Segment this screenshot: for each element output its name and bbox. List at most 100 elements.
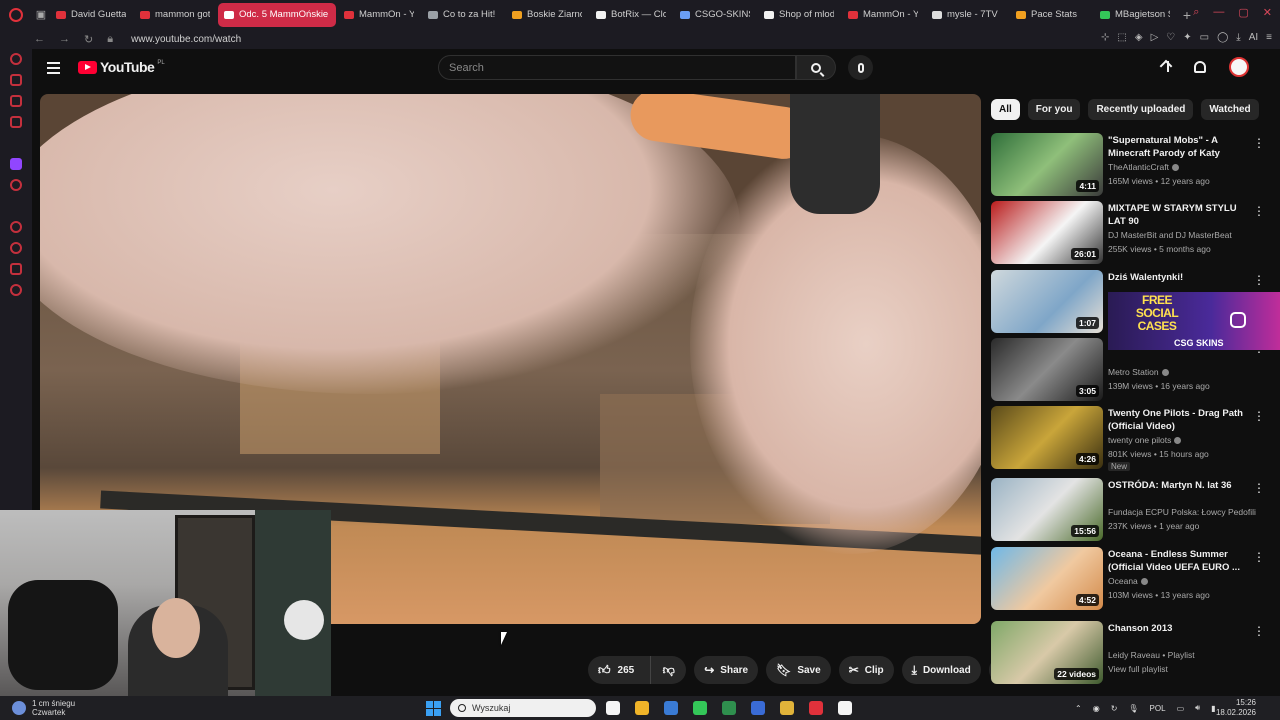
play-icon[interactable]: ▷: [1151, 32, 1159, 43]
voice-search-button[interactable]: [848, 55, 873, 80]
maximize-icon[interactable]: ▢: [1238, 6, 1248, 19]
related-video-item[interactable]: 26:01 MIXTAPE W STARYM STYLU LAT 90 DJ Mas…: [991, 201, 1266, 264]
video-thumbnail[interactable]: 4:11: [991, 133, 1103, 196]
taskbar-app-icon[interactable]: [693, 701, 707, 715]
browser-tab[interactable]: CSGO-SKINS: [674, 3, 756, 27]
video-thumbnail[interactable]: 4:26: [991, 406, 1103, 469]
tray-sync-icon[interactable]: ↻: [1111, 704, 1118, 713]
filter-chip[interactable]: All: [991, 99, 1020, 120]
more-vertical-icon[interactable]: ⋮: [1253, 204, 1265, 218]
channel-name[interactable]: twenty one pilots: [1108, 435, 1182, 445]
sidebar-history-icon[interactable]: [10, 53, 22, 65]
browser-tab[interactable]: Odc. 5 MammOńskie: [218, 2, 336, 27]
search-tabs-icon[interactable]: ⌕: [1193, 6, 1199, 19]
sidebar-player-icon[interactable]: [10, 221, 22, 233]
browser-tab[interactable]: David Guetta: [50, 3, 132, 27]
filter-chip[interactable]: Recently uploaded: [1088, 99, 1194, 120]
video-thumbnail[interactable]: 15:56: [991, 478, 1103, 541]
taskbar-app-icon[interactable]: [838, 701, 852, 715]
sidebar-cube-icon[interactable]: [10, 263, 22, 275]
taskbar-app-icon[interactable]: [722, 701, 736, 715]
language-indicator[interactable]: POL: [1150, 704, 1166, 713]
ai-button[interactable]: AI: [1249, 32, 1258, 43]
like-button[interactable]: 👍︎ 265: [588, 656, 644, 684]
forward-icon[interactable]: →: [59, 33, 70, 45]
channel-name[interactable]: Leidy Raveau • Playlist: [1108, 650, 1195, 660]
extensions-icon[interactable]: ✦: [1183, 32, 1191, 43]
video-thumbnail[interactable]: 26:01: [991, 201, 1103, 264]
video-thumbnail[interactable]: 1:07: [991, 270, 1103, 333]
shield-icon[interactable]: ◈: [1135, 32, 1143, 43]
taskbar-clock[interactable]: 15:26 18.02.2026: [1216, 698, 1256, 718]
sidebar-messenger-icon[interactable]: [10, 95, 22, 107]
browser-tab[interactable]: MammOn - Yo: [842, 3, 924, 27]
taskbar-app-icon[interactable]: [635, 701, 649, 715]
search-button[interactable]: [796, 55, 836, 80]
wallet-icon[interactable]: ▭: [1200, 32, 1209, 43]
hamburger-menu-icon[interactable]: [47, 62, 60, 77]
taskbar-app-icon[interactable]: [606, 701, 620, 715]
opera-menu-icon[interactable]: [0, 0, 32, 29]
sidebar-media-icon[interactable]: [10, 116, 22, 128]
channel-name[interactable]: Oceana: [1108, 576, 1148, 586]
browser-menu-icon[interactable]: ≡: [1266, 32, 1272, 43]
sidebar-settings-icon[interactable]: [10, 284, 22, 296]
video-title[interactable]: Chanson 2013: [1108, 622, 1248, 635]
browser-tab[interactable]: MBagietson St: [1094, 3, 1176, 27]
close-icon[interactable]: ✕: [1263, 6, 1272, 19]
channel-name[interactable]: Metro Station: [1108, 367, 1169, 377]
heart-icon[interactable]: ♡: [1166, 32, 1175, 43]
related-video-item[interactable]: 4:52 Oceana - Endless Summer (Official Vi…: [991, 547, 1266, 610]
account-avatar[interactable]: [1229, 57, 1249, 77]
pin-icon[interactable]: ⊹: [1101, 32, 1109, 43]
more-vertical-icon[interactable]: ⋮: [1253, 550, 1265, 564]
url-field[interactable]: www.youtube.com/watch: [131, 34, 241, 45]
notifications-bell-icon[interactable]: [1194, 61, 1206, 73]
sidebar-twitch-icon[interactable]: [10, 158, 22, 170]
browser-tab[interactable]: Shop of mlodo: [758, 3, 840, 27]
browser-tab[interactable]: mysle - 7TV: [926, 3, 1008, 27]
sidebar-bag-icon[interactable]: [10, 74, 22, 86]
browser-tab[interactable]: Boskie Ziarno: [506, 3, 588, 27]
related-video-item[interactable]: 4:11 "Supernatural Mobs" - A Minecraft Pa…: [991, 133, 1266, 196]
weather-widget[interactable]: 1 cm śniegu Czwartek: [12, 696, 75, 720]
taskbar-search[interactable]: Wyszukaj: [450, 699, 596, 717]
video-thumbnail[interactable]: 4:52: [991, 547, 1103, 610]
filter-chip[interactable]: Watched: [1201, 99, 1259, 120]
video-title[interactable]: OSTRÓDA: Martyn N. lat 36: [1108, 479, 1248, 492]
channel-name[interactable]: DJ MasterBit and DJ MasterBeat: [1108, 230, 1232, 240]
profile-icon[interactable]: ◯: [1217, 32, 1228, 43]
download-button[interactable]: ⤓ Download: [901, 656, 981, 684]
video-title[interactable]: Twenty One Pilots - Drag Path (Official …: [1108, 407, 1248, 433]
browser-tab[interactable]: MammOn - Yo: [338, 3, 420, 27]
sidebar-music-icon[interactable]: [10, 179, 22, 191]
browser-tab[interactable]: mammon got: [134, 3, 216, 27]
more-vertical-icon[interactable]: ⋮: [1253, 481, 1265, 495]
more-vertical-icon[interactable]: ⋮: [1253, 136, 1265, 150]
youtube-logo[interactable]: YouTube PL: [78, 59, 165, 75]
related-video-item[interactable]: 15:56 OSTRÓDA: Martyn N. lat 36 Fundacja E…: [991, 478, 1266, 541]
taskbar-app-icon[interactable]: [780, 701, 794, 715]
tray-volume-icon[interactable]: 🔊︎: [1195, 703, 1200, 713]
tray-mic-icon[interactable]: 🎙︎: [1128, 704, 1138, 713]
tray-app-icon[interactable]: ◉: [1093, 704, 1100, 713]
related-video-item[interactable]: 4:26 Twenty One Pilots - Drag Path (Offic…: [991, 406, 1266, 471]
screenshot-icon[interactable]: ⬚: [1117, 32, 1126, 43]
search-input[interactable]: [439, 56, 795, 79]
video-title[interactable]: MIXTAPE W STARYM STYLU LAT 90: [1108, 202, 1248, 228]
tray-battery-icon[interactable]: ▮: [1211, 704, 1215, 713]
reload-icon[interactable]: ↻: [84, 33, 93, 46]
more-vertical-icon[interactable]: ⋮: [1253, 624, 1265, 638]
ad-banner[interactable]: FREE SOCIAL CASES CSG SKINS: [1108, 292, 1280, 350]
tray-chevron-icon[interactable]: ⌃: [1075, 704, 1082, 713]
browser-tab[interactable]: BotRix — Clou: [590, 3, 672, 27]
clip-button[interactable]: ✂ Clip: [838, 656, 894, 684]
related-video-item[interactable]: 22 videos Chanson 2013 Leidy Raveau • Play…: [991, 621, 1266, 684]
upload-icon[interactable]: [1161, 60, 1175, 76]
minimize-icon[interactable]: —: [1213, 6, 1224, 19]
browser-tab[interactable]: Co to za Hit!: [422, 3, 504, 27]
tab-overview-icon[interactable]: ▣: [32, 0, 50, 29]
share-button[interactable]: ↪ Share: [694, 656, 759, 684]
video-title[interactable]: Oceana - Endless Summer (Official Video …: [1108, 548, 1248, 574]
video-title[interactable]: "Supernatural Mobs" - A Minecraft Parody…: [1108, 134, 1248, 160]
